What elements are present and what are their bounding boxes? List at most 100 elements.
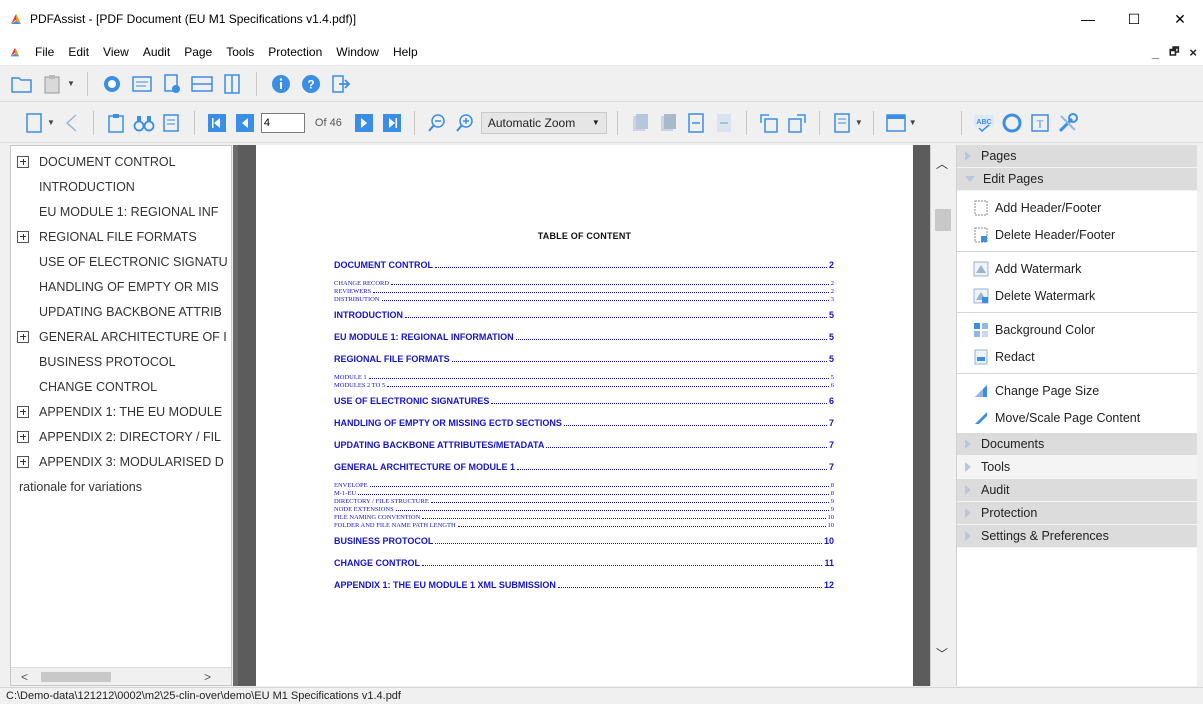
last-page-icon[interactable] — [380, 111, 404, 135]
toc-entry[interactable]: BUSINESS PROTOCOL 10 — [334, 536, 834, 546]
add-header-footer-button[interactable]: Add Header/Footer — [957, 194, 1197, 221]
document-minimize-button[interactable]: _ — [1152, 45, 1159, 60]
page-layout-icon[interactable] — [830, 111, 854, 135]
tools-section-header[interactable]: Tools — [957, 456, 1197, 479]
pages-section-header[interactable]: Pages — [957, 145, 1197, 168]
toc-entry[interactable]: REGIONAL FILE FORMATS 5 — [334, 354, 834, 364]
protection-section-header[interactable]: Protection — [957, 502, 1197, 525]
view-mode-icon[interactable] — [884, 111, 908, 135]
bookmark-item[interactable]: APPENDIX 3: MODULARISED D — [11, 449, 231, 474]
toc-subentry[interactable]: M-1-EU 8 — [334, 490, 834, 497]
zoom-select[interactable]: Automatic Zoom ▼ — [480, 111, 607, 134]
toc-subentry[interactable]: ENVELOPE 8 — [334, 482, 834, 489]
bookmark-item[interactable]: APPENDIX 2: DIRECTORY / FIL — [11, 424, 231, 449]
expand-icon[interactable] — [17, 330, 29, 343]
back-arrow-icon[interactable] — [59, 111, 83, 135]
toc-subentry[interactable]: MODULE 1 5 — [334, 374, 834, 381]
documents-section-header[interactable]: Documents — [957, 433, 1197, 456]
bookmark-item[interactable]: REGIONAL FILE FORMATS — [11, 224, 231, 249]
toc-entry[interactable]: DOCUMENT CONTROL 2 — [334, 260, 834, 270]
document-app-icon[interactable] — [8, 45, 22, 59]
exit-icon[interactable] — [329, 72, 353, 96]
document-properties-icon[interactable] — [160, 111, 184, 135]
menu-help[interactable]: Help — [386, 38, 425, 66]
toc-subentry[interactable]: FOLDER AND FILE NAME PATH LENGTH 10 — [334, 522, 834, 529]
text-box-icon[interactable]: T — [1028, 111, 1052, 135]
bookmark-item[interactable]: DOCUMENT CONTROL — [11, 149, 231, 174]
toc-subentry[interactable]: REVIEWERS 2 — [334, 288, 834, 295]
add-watermark-button[interactable]: Add Watermark — [957, 255, 1197, 282]
tools-icon[interactable] — [1056, 111, 1080, 135]
page-view-dropdown-icon[interactable]: ▼ — [47, 118, 55, 127]
add-page-icon[interactable] — [160, 72, 184, 96]
bookmark-item[interactable]: USE OF ELECTRONIC SIGNATU — [11, 249, 231, 274]
vertical-split-icon[interactable] — [220, 72, 244, 96]
clipboard-icon[interactable] — [40, 72, 64, 96]
menu-view[interactable]: View — [96, 38, 136, 66]
menu-window[interactable]: Window — [329, 38, 386, 66]
horizontal-split-icon[interactable] — [190, 72, 214, 96]
binoculars-search-icon[interactable] — [132, 111, 156, 135]
delete-watermark-button[interactable]: Delete Watermark — [957, 282, 1197, 309]
bookmark-item[interactable]: INTRODUCTION — [11, 174, 231, 199]
paste-page-icon[interactable] — [656, 111, 680, 135]
audit-section-header[interactable]: Audit — [957, 479, 1197, 502]
bookmark-item[interactable]: APPENDIX 1: THE EU MODULE — [11, 399, 231, 424]
bookmark-item[interactable]: GENERAL ARCHITECTURE OF I — [11, 324, 231, 349]
minimize-button[interactable]: — — [1065, 0, 1111, 38]
clipboard-dropdown-icon[interactable]: ▼ — [67, 79, 75, 88]
expand-icon[interactable] — [17, 405, 29, 418]
toc-subentry[interactable]: FILE NAMING CONVENTION 10 — [334, 514, 834, 521]
document-vertical-scrollbar[interactable]: ︿ ﹀ — [930, 145, 954, 686]
menu-file[interactable]: File — [28, 38, 61, 66]
toc-subentry[interactable]: NODE EXTENSIONS 9 — [334, 506, 834, 513]
toc-entry[interactable]: GENERAL ARCHITECTURE OF MODULE 1 7 — [334, 462, 834, 472]
edit-pages-section-header[interactable]: Edit Pages — [957, 168, 1197, 191]
scroll-left-icon[interactable]: < — [21, 670, 28, 684]
menu-tools[interactable]: Tools — [219, 38, 261, 66]
scroll-down-icon[interactable]: ﹀ — [936, 645, 948, 662]
refresh-icon[interactable] — [100, 72, 124, 96]
menu-protection[interactable]: Protection — [261, 38, 329, 66]
zoom-out-icon[interactable] — [425, 111, 449, 135]
first-page-icon[interactable] — [205, 111, 229, 135]
expand-icon[interactable] — [17, 155, 29, 168]
scroll-thumb[interactable] — [41, 672, 111, 682]
previous-page-icon[interactable] — [233, 111, 257, 135]
open-folder-icon[interactable] — [10, 72, 34, 96]
menu-edit[interactable]: Edit — [61, 38, 96, 66]
bookmark-item[interactable]: HANDLING OF EMPTY OR MIS — [11, 274, 231, 299]
bookmark-item[interactable]: BUSINESS PROTOCOL — [11, 349, 231, 374]
expand-icon[interactable] — [17, 455, 29, 468]
toc-entry[interactable]: INTRODUCTION 5 — [334, 310, 834, 320]
zoom-in-icon[interactable] — [453, 111, 477, 135]
page-number-input[interactable] — [260, 112, 305, 133]
page-layout-dropdown-icon[interactable]: ▼ — [855, 118, 863, 127]
bookmark-item[interactable]: UPDATING BACKBONE ATTRIB — [11, 299, 231, 324]
bookmark-item[interactable]: rationale for variations — [11, 474, 231, 499]
toc-entry[interactable]: UPDATING BACKBONE ATTRIBUTES/METADATA 7 — [334, 440, 834, 450]
document-view[interactable]: TABLE OF CONTENT DOCUMENT CONTROL 2 CHANGE… — [238, 145, 930, 686]
toc-entry[interactable]: EU MODULE 1: REGIONAL INFORMATION 5 — [334, 332, 834, 342]
toc-subentry[interactable]: DISTRIBUTION 3 — [334, 296, 834, 303]
toc-entry[interactable]: HANDLING OF EMPTY OR MISSING ECTD SECTIO… — [334, 418, 834, 428]
menu-audit[interactable]: Audit — [136, 38, 177, 66]
expand-icon[interactable] — [17, 230, 29, 243]
spell-check-icon[interactable]: ABC — [972, 111, 996, 135]
next-page-icon[interactable] — [352, 111, 376, 135]
rotate-right-icon[interactable] — [785, 111, 809, 135]
toc-subentry[interactable]: CHANGE RECORD 2 — [334, 280, 834, 287]
settings-section-header[interactable]: Settings & Preferences — [957, 525, 1197, 548]
delete-header-footer-button[interactable]: Delete Header/Footer — [957, 221, 1197, 248]
insert-page-icon[interactable] — [684, 111, 708, 135]
bookmark-item[interactable]: EU MODULE 1: REGIONAL INF — [11, 199, 231, 224]
bookmarks-horizontal-scrollbar[interactable]: < > — [11, 667, 231, 685]
bookmark-item[interactable]: CHANGE CONTROL — [11, 374, 231, 399]
page-view-icon[interactable] — [22, 111, 46, 135]
toc-subentry[interactable]: MODULES 2 TO 5 6 — [334, 382, 834, 389]
form-icon[interactable] — [130, 72, 154, 96]
document-restore-button[interactable]: 🗗 — [1169, 43, 1179, 62]
expand-icon[interactable] — [17, 430, 29, 443]
help-icon[interactable]: ? — [299, 72, 323, 96]
toc-entry[interactable]: APPENDIX 1: THE EU MODULE 1 XML SUBMISSI… — [334, 580, 834, 590]
